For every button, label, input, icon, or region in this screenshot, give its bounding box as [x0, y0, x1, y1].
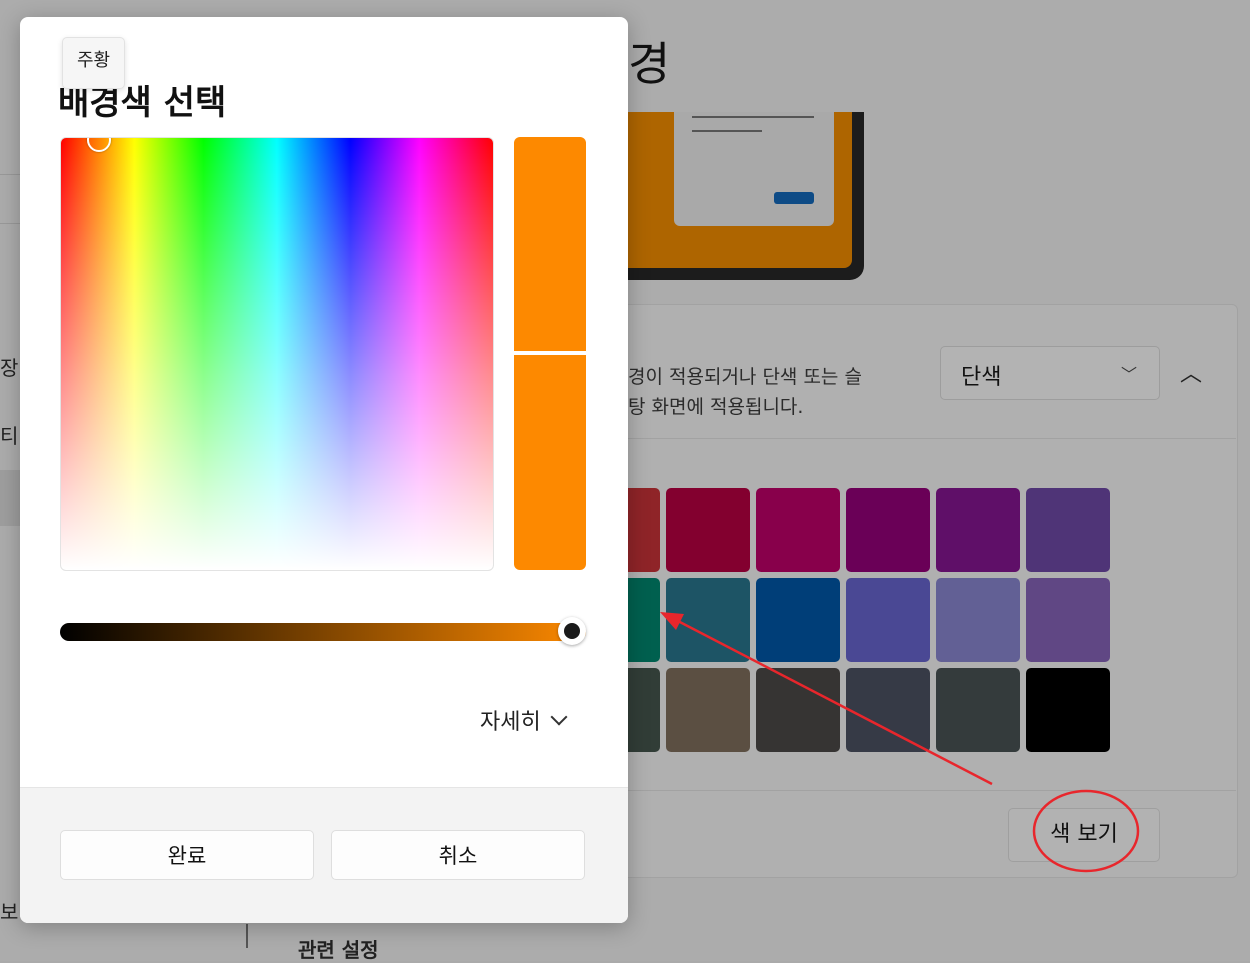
background-type-dropdown[interactable]: 단색 ﹀: [940, 346, 1160, 400]
color-swatch[interactable]: [756, 488, 840, 572]
color-swatch[interactable]: [666, 488, 750, 572]
divider: [600, 790, 1236, 791]
sidebar-item-fragment: 보: [0, 900, 19, 924]
preview-line: [692, 116, 814, 118]
desktop-preview-window: [674, 112, 834, 226]
color-swatch[interactable]: [666, 578, 750, 662]
divider: [246, 924, 248, 948]
sidebar-item-fragment: 장: [0, 356, 19, 380]
divider: [600, 438, 1236, 439]
page-title: 경: [628, 37, 671, 91]
cancel-button[interactable]: 취소: [331, 830, 585, 880]
dropdown-selected-value: 단색: [961, 365, 1002, 390]
brightness-slider[interactable]: [60, 623, 586, 641]
spectrum-selector-handle[interactable]: [87, 138, 111, 152]
preview-line: [692, 130, 762, 132]
color-swatch[interactable]: [936, 488, 1020, 572]
color-swatch[interactable]: [1026, 578, 1110, 662]
view-colors-button[interactable]: 색 보기: [1008, 808, 1160, 862]
color-swatch[interactable]: [846, 488, 930, 572]
background-description: 탕 화면에 적용됩니다.: [628, 396, 804, 418]
color-swatch[interactable]: [846, 668, 930, 752]
color-spectrum[interactable]: [60, 137, 494, 571]
color-swatch[interactable]: [1026, 488, 1110, 572]
color-swatch[interactable]: [666, 668, 750, 752]
chevron-up-icon[interactable]: ︿: [1180, 356, 1202, 388]
color-swatch[interactable]: [936, 578, 1020, 662]
color-picker-dialog: 배경색 선택 주황 자세히 완료 취소: [20, 17, 628, 923]
sidebar-selected-indicator: [0, 470, 20, 526]
more-options-toggle[interactable]: 자세히: [480, 703, 568, 737]
previous-color-preview: [514, 355, 586, 570]
color-swatch[interactable]: [846, 578, 930, 662]
sidebar-search-box: [0, 174, 20, 224]
dialog-footer: 완료 취소: [20, 787, 628, 923]
more-options-label: 자세히: [480, 710, 541, 735]
brightness-slider-thumb[interactable]: [558, 617, 586, 645]
background-description: 경이 적용되거나 단색 또는 슬: [628, 366, 862, 388]
related-settings-heading: 관련 설정: [298, 938, 379, 962]
chevron-down-icon: [550, 708, 568, 726]
preview-button: [774, 192, 814, 204]
slider-thumb-dot: [564, 623, 580, 639]
color-swatch[interactable]: [936, 668, 1020, 752]
color-swatch[interactable]: [756, 578, 840, 662]
done-button[interactable]: 완료: [60, 830, 314, 880]
color-swatch[interactable]: [756, 668, 840, 752]
color-swatch[interactable]: [1026, 668, 1110, 752]
chevron-down-icon: ﹀: [1120, 365, 1137, 384]
new-color-preview: [514, 137, 586, 351]
sidebar-item-fragment: 티: [0, 424, 19, 448]
color-name-tooltip: 주황: [62, 37, 126, 89]
